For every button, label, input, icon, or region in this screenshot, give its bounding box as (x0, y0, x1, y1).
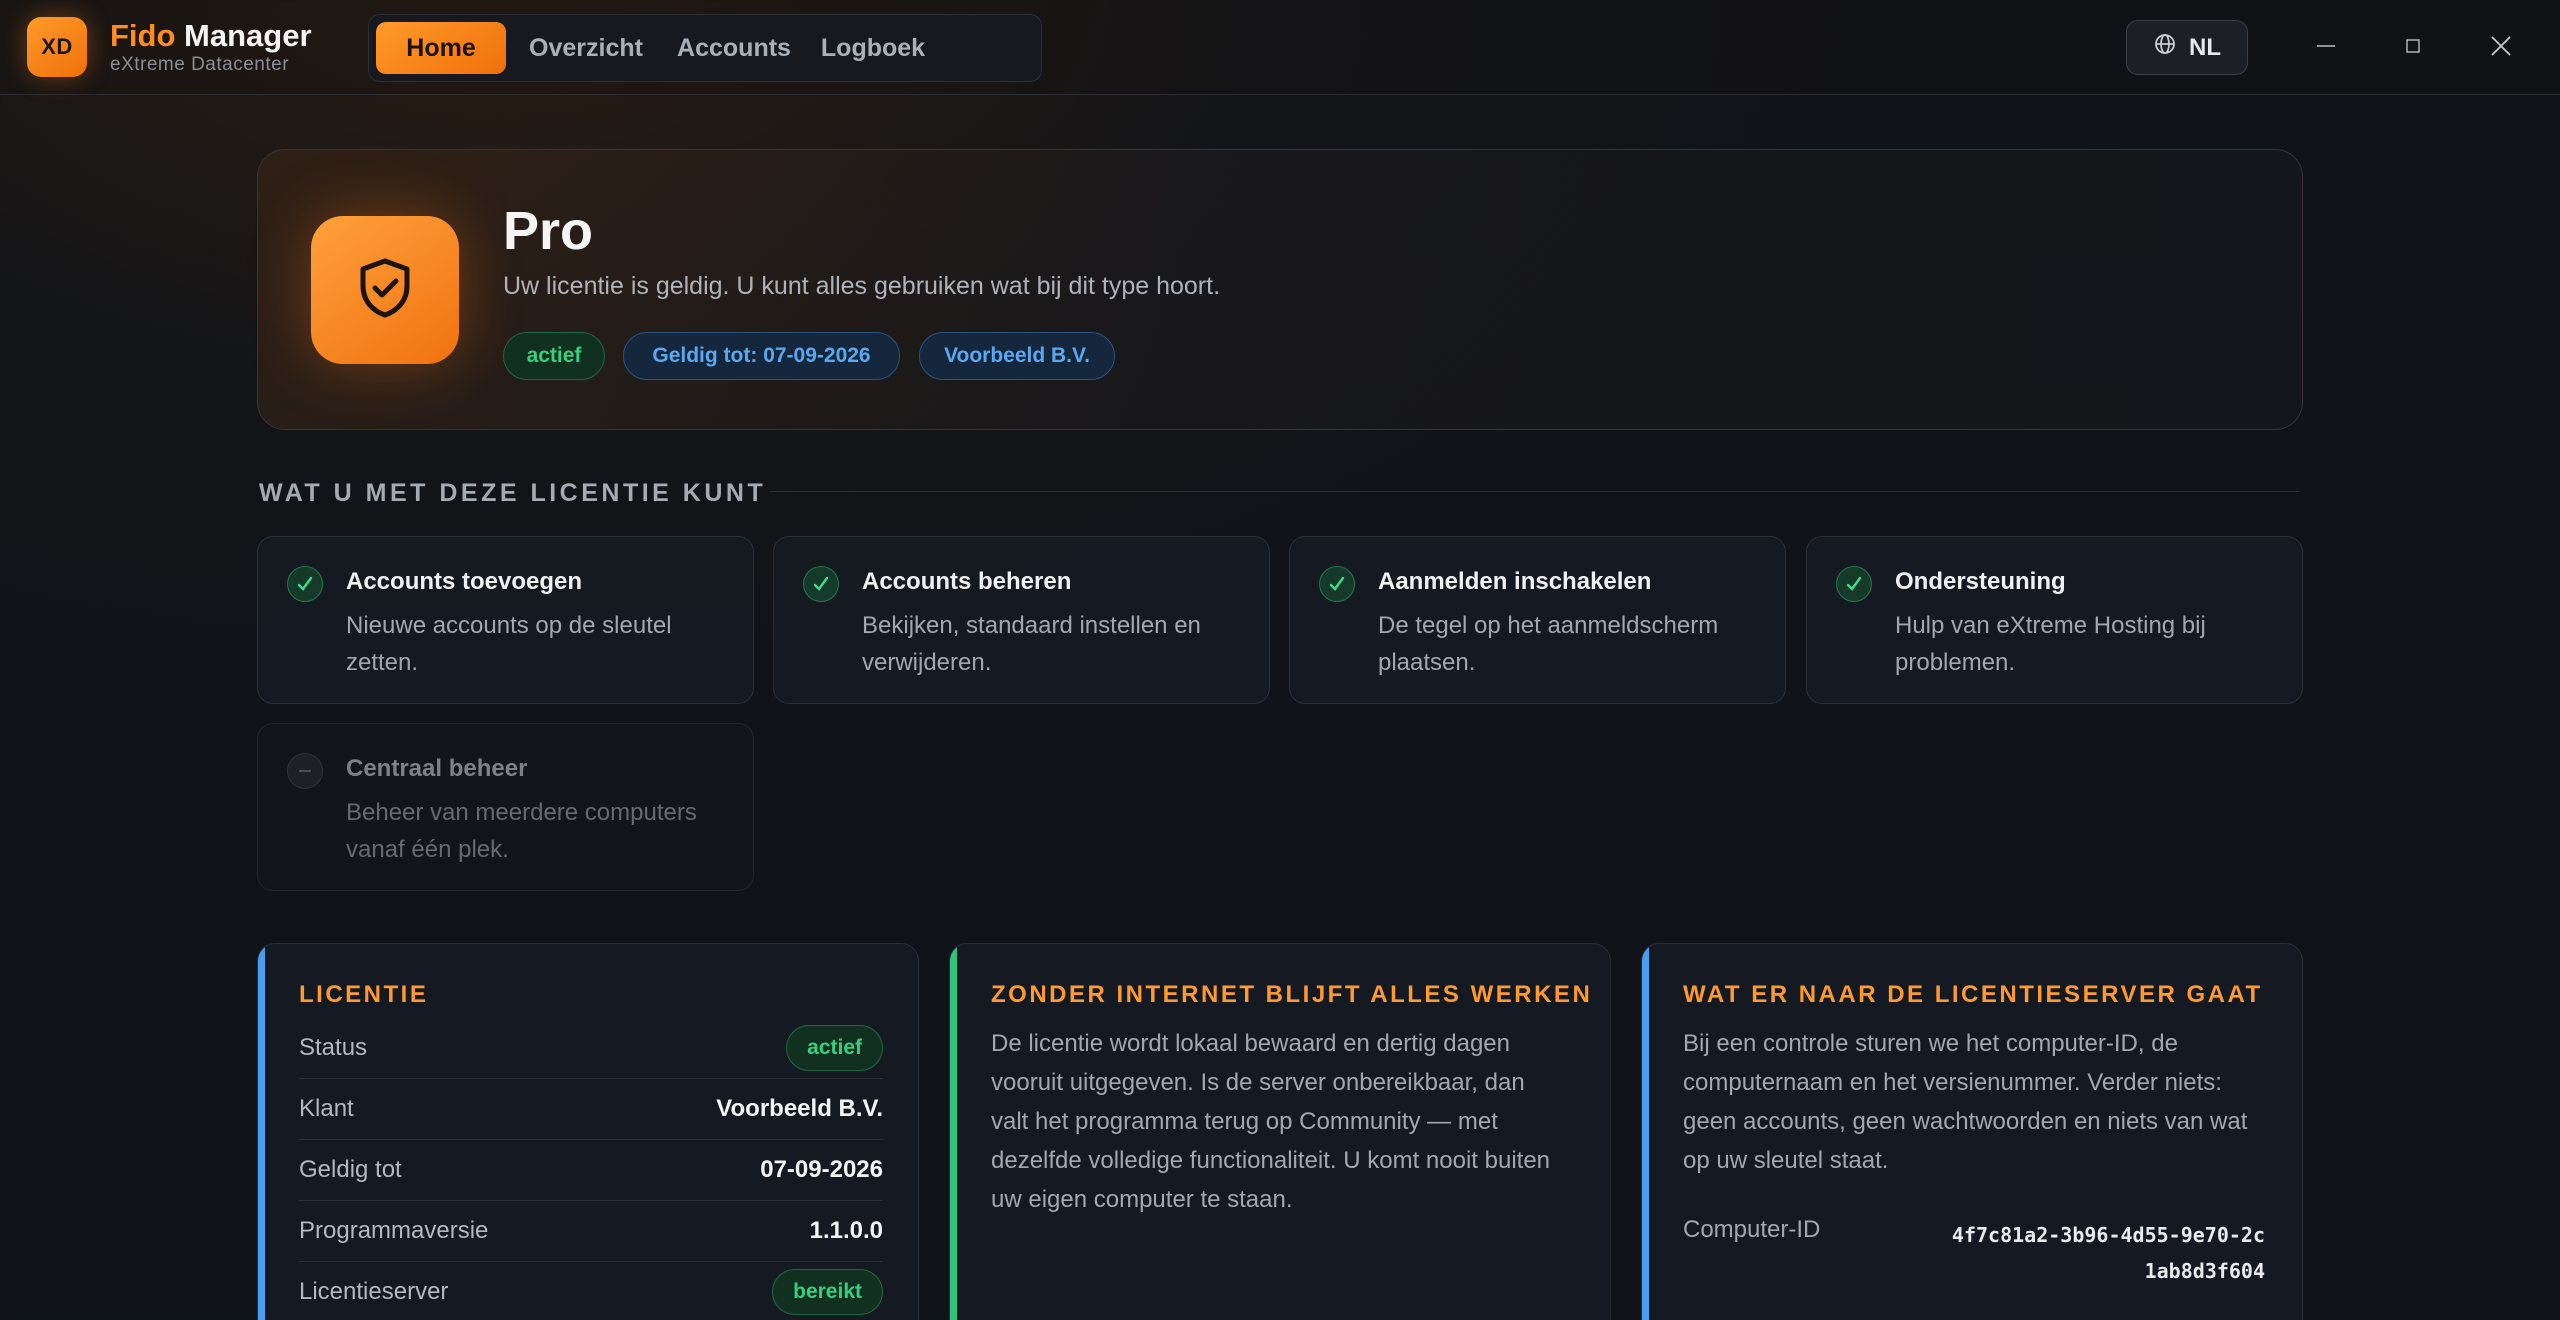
app-name-rest: Manager (175, 18, 312, 53)
feature-description: Bekijken, standaard instellen en verwijd… (862, 612, 1201, 676)
computer-id-value: 4f7c81a2-3b96-4d55-9e70-2c1ab8d3f604 (1951, 1223, 2265, 1283)
status-badge: actief (503, 332, 605, 380)
title-bar: XD Fido Manager eXtreme Datacenter Home … (0, 0, 2560, 95)
feature-description: Nieuwe accounts op de sleutel zetten. (346, 612, 672, 676)
license-hero-card: Pro Uw licentie is geldig. U kunt alles … (257, 149, 2303, 430)
status-row: Status actief (299, 1018, 883, 1079)
feature-card-disabled: Centraal beheer Beheer van meerdere comp… (257, 723, 754, 891)
maximize-icon (2405, 38, 2421, 59)
minimize-button[interactable] (2302, 24, 2350, 72)
close-icon (2489, 34, 2513, 63)
computer-id-label: Computer-ID (1683, 1216, 1821, 1243)
feature-title: Aanmelden inschakelen (1378, 568, 1652, 595)
feature-title: Accounts toevoegen (346, 568, 583, 595)
feature-title: Centraal beheer (346, 755, 528, 782)
version-row: Programmaversie 1.1.0.0 (299, 1201, 883, 1262)
row-label: Geldig tot (299, 1156, 402, 1183)
app-name-accent: Fido (110, 18, 176, 53)
license-icon-tile (311, 216, 459, 364)
feature-card: Ondersteuning Hulp van eXtreme Hosting b… (1806, 536, 2303, 704)
license-server-row: Licentieserver bereikt (299, 1262, 883, 1320)
section-divider (770, 491, 2299, 492)
globe-icon (2153, 32, 2177, 63)
shield-check-icon (355, 257, 415, 324)
privacy-card-title: WAT ER NAAR DE LICENTIESERVER GAAT (1683, 981, 2263, 1008)
valid-until-row: Geldig tot 07-09-2026 (299, 1140, 883, 1201)
customer-row: Klant Voorbeeld B.V. (299, 1079, 883, 1140)
nav-tab-overzicht[interactable]: Overzicht (520, 22, 652, 74)
card-accent-stripe (950, 944, 957, 1320)
dash-icon (287, 753, 323, 789)
maximize-button[interactable] (2389, 24, 2437, 72)
app-logo: XD (27, 17, 87, 77)
app-subtitle: eXtreme Datacenter (110, 54, 290, 75)
minimize-icon (2315, 35, 2337, 62)
offline-card-title: ZONDER INTERNET BLIJFT ALLES WERKEN (991, 981, 1593, 1008)
close-button[interactable] (2477, 24, 2525, 72)
row-label: Klant (299, 1095, 354, 1122)
row-value: 1.1.0.0 (809, 1217, 883, 1244)
row-value: Voorbeeld B.V. (716, 1095, 883, 1122)
privacy-card-text: Bij een controle sturen we het computer-… (1683, 1030, 2248, 1174)
features-section-title: WAT U MET DEZE LICENTIE KUNT (259, 479, 767, 507)
nav-tab-accounts[interactable]: Accounts (669, 22, 799, 74)
server-status-badge: bereikt (772, 1269, 883, 1315)
nav-tab-home[interactable]: Home (376, 22, 506, 74)
row-value: 07-09-2026 (760, 1156, 883, 1183)
check-icon (287, 566, 323, 602)
license-type-title: Pro (503, 201, 594, 261)
feature-card: Accounts toevoegen Nieuwe accounts op de… (257, 536, 754, 704)
nav-tab-logboek[interactable]: Logboek (799, 22, 947, 74)
feature-description: De tegel op het aanmeldscherm plaatsen. (1378, 612, 1719, 676)
check-icon (803, 566, 839, 602)
main-nav: Home Overzicht Accounts Logboek (368, 14, 1042, 82)
feature-card: Aanmelden inschakelen De tegel op het aa… (1289, 536, 1786, 704)
language-label: NL (2189, 33, 2221, 61)
feature-card: Accounts beheren Bekijken, standaard ins… (773, 536, 1270, 704)
license-details-card: LICENTIE Status actief Klant Voorbeeld B… (257, 943, 919, 1320)
language-button[interactable]: NL (2126, 20, 2248, 75)
license-description: Uw licentie is geldig. U kunt alles gebr… (503, 272, 1221, 300)
license-card-title: LICENTIE (299, 981, 429, 1008)
feature-title: Ondersteuning (1895, 568, 2066, 595)
row-label: Status (299, 1034, 368, 1061)
row-label: Licentieserver (299, 1278, 449, 1305)
offline-card-text: De licentie wordt lokaal bewaard en dert… (991, 1030, 1551, 1213)
card-accent-stripe (1642, 944, 1649, 1320)
app-name: Fido Manager (110, 18, 312, 54)
offline-info-card: ZONDER INTERNET BLIJFT ALLES WERKEN De l… (949, 943, 1611, 1320)
customer-badge: Voorbeeld B.V. (919, 332, 1115, 380)
feature-description: Beheer van meerdere computers vanaf één … (346, 799, 697, 863)
feature-title: Accounts beheren (862, 568, 1072, 595)
status-badge: actief (786, 1025, 883, 1071)
feature-description: Hulp van eXtreme Hosting bij problemen. (1895, 612, 2206, 676)
valid-until-badge: Geldig tot: 07-09-2026 (623, 332, 900, 380)
check-icon (1836, 566, 1872, 602)
privacy-info-card: WAT ER NAAR DE LICENTIESERVER GAAT Bij e… (1641, 943, 2303, 1320)
card-accent-stripe (258, 944, 265, 1320)
check-icon (1319, 566, 1355, 602)
row-label: Programmaversie (299, 1217, 489, 1244)
